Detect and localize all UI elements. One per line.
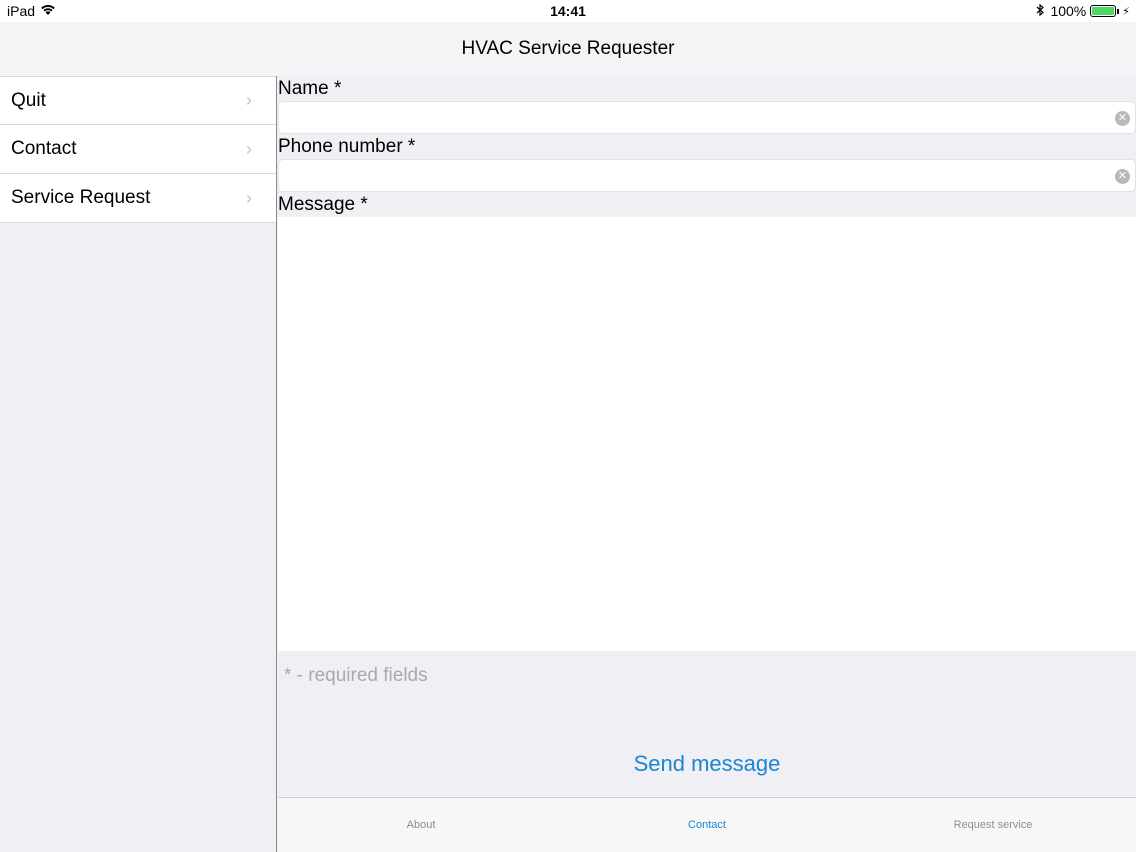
phone-field[interactable]: ✕ <box>278 159 1136 192</box>
tab-request-service[interactable]: Request service <box>850 798 1136 852</box>
tab-contact[interactable]: Contact <box>564 798 850 852</box>
clear-icon[interactable]: ✕ <box>1115 169 1130 184</box>
tab-about[interactable]: About <box>278 798 564 852</box>
battery-icon <box>1090 5 1117 17</box>
clear-icon[interactable]: ✕ <box>1115 111 1130 126</box>
contact-form: Name * ✕ Phone number * ✕ Message * * - … <box>278 76 1136 852</box>
phone-label: Phone number * <box>278 136 416 157</box>
chevron-right-icon: › <box>246 138 252 159</box>
message-field[interactable] <box>278 217 1136 651</box>
status-bar: iPad 14:41 100% ⚡ <box>0 0 1136 22</box>
tab-bar: About Contact Request service <box>278 797 1136 852</box>
send-message-button[interactable]: Send message <box>278 751 1136 777</box>
bluetooth-icon <box>1036 3 1045 19</box>
sidebar-item-label: Quit <box>11 89 46 111</box>
sidebar-item-contact[interactable]: Contact › <box>0 125 276 174</box>
sidebar-item-label: Contact <box>11 138 77 159</box>
page-title: HVAC Service Requester <box>461 38 675 59</box>
navigation-bar: HVAC Service Requester <box>0 22 1136 76</box>
message-label: Message * <box>278 194 368 215</box>
chevron-right-icon: › <box>246 187 252 208</box>
sidebar: Quit › Contact › Service Request › <box>0 76 277 852</box>
sidebar-item-quit[interactable]: Quit › <box>0 76 276 125</box>
name-label: Name * <box>278 78 342 99</box>
sidebar-item-label: Service Request <box>11 187 151 208</box>
battery-percent: 100% <box>1050 3 1087 19</box>
charging-icon: ⚡ <box>1122 5 1130 18</box>
chevron-right-icon: › <box>246 90 252 110</box>
clock: 14:41 <box>550 3 586 19</box>
name-field[interactable]: ✕ <box>278 101 1136 134</box>
required-fields-note: * - required fields <box>284 665 428 686</box>
sidebar-item-service-request[interactable]: Service Request › <box>0 174 276 223</box>
battery-tip <box>1117 8 1120 14</box>
